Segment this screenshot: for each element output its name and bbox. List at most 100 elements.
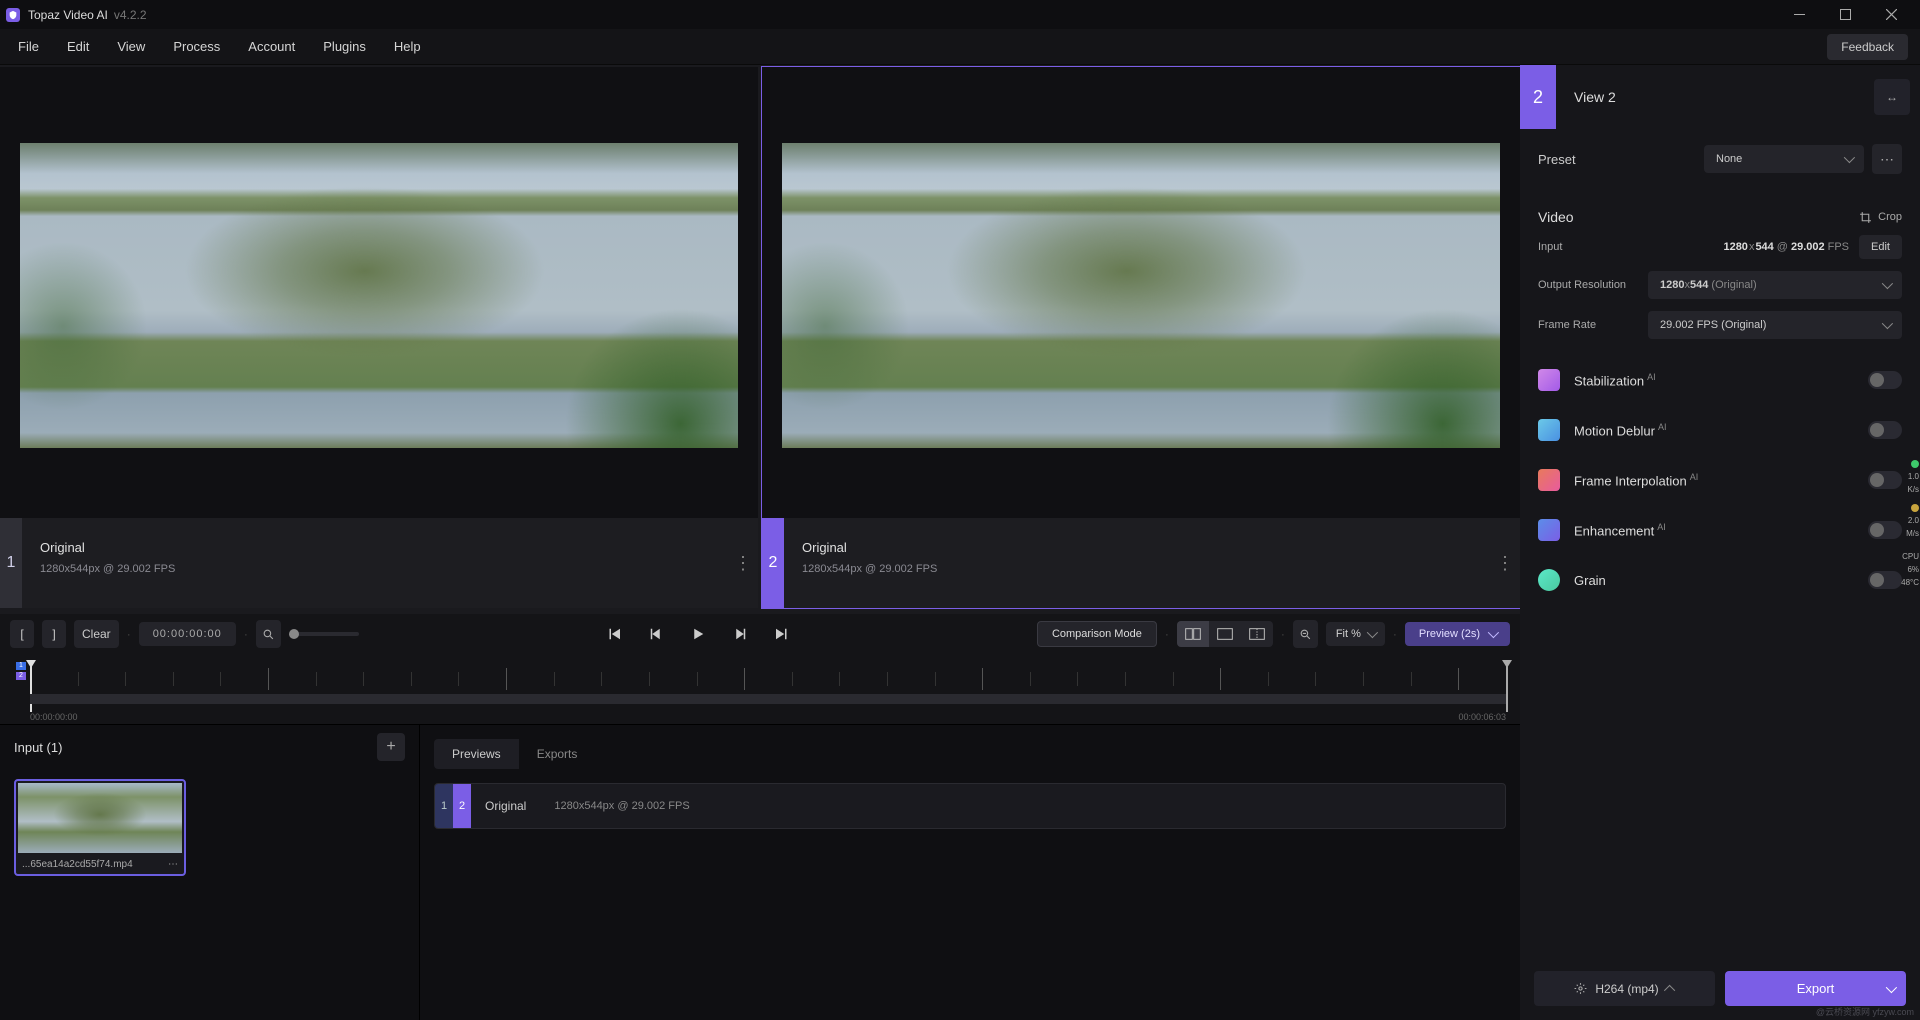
window-close-button[interactable] (1868, 0, 1914, 29)
window-minimize-button[interactable] (1776, 0, 1822, 29)
menu-plugins[interactable]: Plugins (309, 31, 380, 62)
preset-more-button[interactable]: ⋯ (1872, 144, 1902, 174)
input-dims-label: Input (1538, 241, 1648, 253)
timeline-zoom-slider[interactable] (289, 632, 359, 636)
add-input-button[interactable]: + (377, 733, 405, 761)
output-resolution-label: Output Resolution (1538, 279, 1648, 291)
export-button[interactable]: Export (1725, 971, 1906, 1006)
input-file-name: ...65ea14a2cd55f74.mp4 (22, 859, 133, 870)
window-maximize-button[interactable] (1822, 0, 1868, 29)
view-1-badge: 1 (0, 518, 22, 608)
play-button[interactable] (689, 625, 707, 643)
menu-edit[interactable]: Edit (53, 31, 103, 62)
gear-icon (1574, 982, 1587, 995)
crop-button[interactable]: Crop (1859, 211, 1902, 224)
timeline-end-handle[interactable] (1506, 662, 1508, 712)
chevron-down-icon (1367, 627, 1378, 638)
stabilization-module[interactable]: StabilizationAI (1520, 355, 1920, 405)
right-panel-title: View 2 (1556, 89, 1874, 105)
motion-deblur-icon (1538, 419, 1560, 441)
preview-row-badge-1: 1 (435, 784, 453, 828)
mark-out-button[interactable]: ] (42, 620, 66, 648)
clear-button[interactable]: Clear (74, 620, 119, 648)
tab-exports[interactable]: Exports (519, 739, 596, 769)
view-2-title: Original (802, 540, 1472, 555)
layout-side-by-side-button[interactable] (1177, 621, 1209, 647)
preview-row-title: Original (471, 799, 540, 813)
chevron-down-icon (1844, 152, 1855, 163)
chevron-down-icon (1488, 627, 1499, 638)
stabilization-toggle[interactable] (1868, 371, 1902, 389)
menu-process[interactable]: Process (159, 31, 234, 62)
menu-help[interactable]: Help (380, 31, 435, 62)
grain-toggle[interactable] (1868, 571, 1902, 589)
right-panel-badge: 2 (1520, 65, 1556, 129)
input-edit-button[interactable]: Edit (1859, 235, 1902, 259)
view-zoom-out-button[interactable] (1293, 620, 1318, 648)
app-version: v4.2.2 (114, 8, 147, 22)
view-1-title: Original (40, 540, 710, 555)
preset-dropdown[interactable]: None (1704, 145, 1864, 173)
motion-deblur-module[interactable]: Motion DeblurAI (1520, 405, 1920, 455)
grain-module[interactable]: Grain (1520, 555, 1920, 605)
chevron-down-icon (1882, 318, 1893, 329)
stabilization-icon (1538, 369, 1560, 391)
grain-icon (1538, 569, 1560, 591)
menu-file[interactable]: File (4, 31, 53, 62)
timeline-zoom-button[interactable] (256, 620, 281, 648)
enhancement-toggle[interactable] (1868, 521, 1902, 539)
app-name: Topaz Video AI (28, 8, 108, 22)
fit-zoom-dropdown[interactable]: Fit % (1326, 622, 1385, 646)
frame-rate-label: Frame Rate (1538, 319, 1648, 331)
output-resolution-dropdown[interactable]: 1280x544 (Original) (1648, 271, 1902, 299)
video-section-header: Video (1538, 209, 1574, 225)
preview-button[interactable]: Preview (2s) (1405, 622, 1510, 646)
timeline-playhead[interactable] (30, 662, 32, 712)
chevron-down-icon (1882, 278, 1893, 289)
frame-rate-dropdown[interactable]: 29.002 FPS (Original) (1648, 311, 1902, 339)
timeline-start-time: 00:00:00:00 (30, 712, 78, 722)
frame-interpolation-icon (1538, 469, 1560, 491)
input-thumbnail-menu[interactable]: ⋯ (168, 859, 178, 870)
menu-account[interactable]: Account (234, 31, 309, 62)
chevron-down-icon (1886, 981, 1897, 992)
layout-single-button[interactable] (1209, 621, 1241, 647)
motion-deblur-toggle[interactable] (1868, 421, 1902, 439)
comparison-mode-button[interactable]: Comparison Mode (1037, 621, 1157, 647)
layout-split-button[interactable] (1241, 621, 1273, 647)
view-1-menu-button[interactable]: ⋮ (728, 518, 758, 608)
preview-view-1[interactable]: 1 Original 1280x544px @ 29.002 FPS ⋮ (0, 67, 758, 608)
tab-previews[interactable]: Previews (434, 739, 519, 769)
frame-interpolation-toggle[interactable] (1868, 471, 1902, 489)
encoder-dropdown[interactable]: H264 (mp4) (1534, 971, 1715, 1006)
mark-in-button[interactable]: [ (10, 620, 34, 648)
preview-view-2[interactable]: 2 Original 1280x544px @ 29.002 FPS ⋮ (762, 67, 1520, 608)
menu-view[interactable]: View (103, 31, 159, 62)
view-2-meta: 1280x544px @ 29.002 FPS (802, 563, 1472, 575)
chevron-up-icon (1664, 984, 1675, 995)
feedback-button[interactable]: Feedback (1827, 34, 1908, 60)
watermark: @云桥资源网 yfzyw.com (1816, 1005, 1914, 1018)
preview-list-item[interactable]: 1 2 Original 1280x544px @ 29.002 FPS (434, 783, 1506, 829)
timeline-end-time: 00:00:06:03 (1458, 712, 1506, 722)
view-2-menu-button[interactable]: ⋮ (1490, 518, 1520, 608)
go-to-end-button[interactable] (773, 625, 791, 643)
step-back-button[interactable] (647, 625, 665, 643)
expand-panel-button[interactable]: ↔ (1874, 79, 1910, 115)
go-to-start-button[interactable] (605, 625, 623, 643)
preset-label: Preset (1538, 152, 1704, 167)
timeline[interactable]: 12 00:00:00:00 00:00:06:03 (0, 654, 1520, 724)
video-preview-1 (20, 143, 738, 448)
step-forward-button[interactable] (731, 625, 749, 643)
timecode-display[interactable]: 00:00:00:00 (139, 622, 236, 646)
preview-row-meta: 1280x544px @ 29.002 FPS (540, 800, 703, 812)
input-dims-value: 1280x544@29.002FPS (1648, 241, 1849, 253)
enhancement-module[interactable]: EnhancementAI (1520, 505, 1920, 555)
frame-interpolation-module[interactable]: Frame InterpolationAI (1520, 455, 1920, 505)
app-logo (6, 8, 20, 22)
crop-icon (1859, 211, 1872, 224)
input-thumbnail[interactable]: ...65ea14a2cd55f74.mp4 ⋯ (14, 779, 186, 876)
view-2-badge: 2 (762, 518, 784, 608)
enhancement-icon (1538, 519, 1560, 541)
input-thumbnail-image (18, 783, 182, 853)
